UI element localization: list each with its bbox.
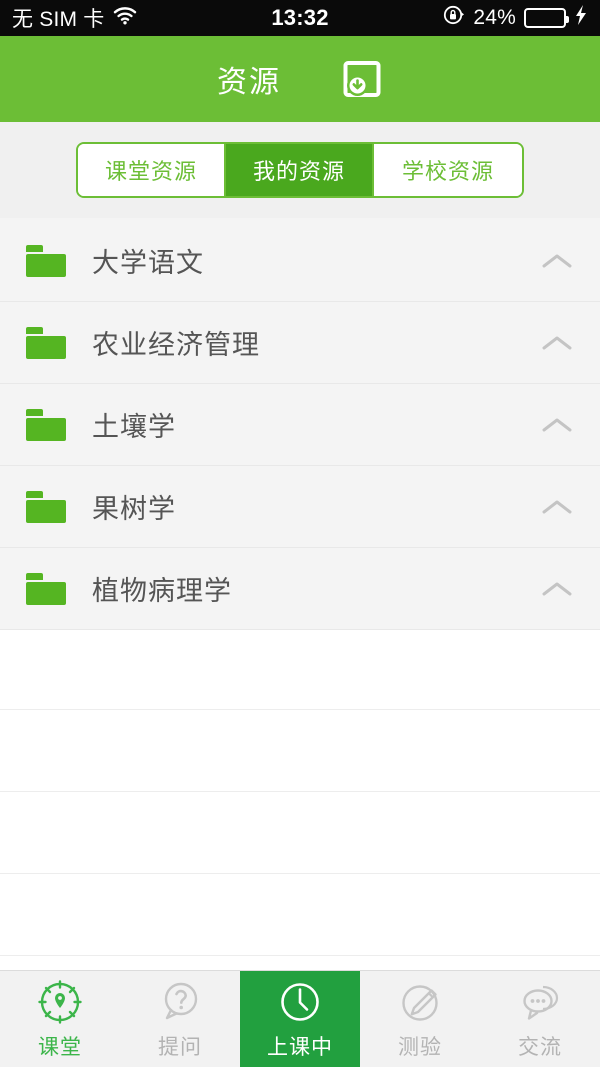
- question-bubble-icon: [155, 977, 205, 1027]
- pencil-circle-icon: [395, 977, 445, 1027]
- charging-bolt-icon: [574, 4, 588, 32]
- list-item[interactable]: 果树学: [0, 466, 600, 548]
- folder-name: 大学语文: [92, 248, 204, 278]
- tab-label: 上课中: [267, 1036, 333, 1059]
- tab-classroom-resources[interactable]: 课堂资源: [78, 144, 226, 196]
- empty-row: [0, 630, 600, 710]
- rotation-lock-icon: [443, 4, 465, 32]
- tab-label: 测验: [398, 1036, 442, 1059]
- folder-icon: [26, 326, 66, 359]
- download-icon[interactable]: [341, 58, 383, 100]
- chat-bubbles-icon: [515, 977, 565, 1027]
- tab-label: 课堂: [38, 1036, 82, 1059]
- page-title: 资源: [217, 66, 281, 99]
- carrier-label: 无 SIM 卡: [12, 8, 105, 31]
- tab-school-resources[interactable]: 学校资源: [374, 144, 522, 196]
- folder-icon: [26, 572, 66, 605]
- list-item[interactable]: 土壤学: [0, 384, 600, 466]
- folder-list: 大学语文 农业经济管理 土壤学 果树学 植物病理学: [0, 218, 600, 630]
- battery-percent-label: 24%: [473, 6, 516, 29]
- folder-icon: [26, 490, 66, 523]
- folder-name: 果树学: [92, 494, 176, 524]
- chevron-up-icon[interactable]: [540, 415, 574, 435]
- chevron-up-icon[interactable]: [540, 251, 574, 271]
- empty-row: [0, 710, 600, 792]
- segmented-control: 课堂资源 我的资源 学校资源: [76, 142, 524, 198]
- clock-icon: [275, 977, 325, 1027]
- bottom-tab-bar: 课堂 提问 上课中 测验 交流: [0, 970, 600, 1067]
- folder-icon: [26, 244, 66, 277]
- wifi-icon: [113, 6, 137, 31]
- app-header: 资源: [0, 36, 600, 122]
- list-item[interactable]: 大学语文: [0, 220, 600, 302]
- chevron-up-icon[interactable]: [540, 579, 574, 599]
- compass-icon: [35, 977, 85, 1027]
- tab-my-resources[interactable]: 我的资源: [226, 144, 374, 196]
- app-screen: 无 SIM 卡 13:32 24% 资源 课堂资源 我的资源 学校资源 大学语文…: [0, 0, 600, 1067]
- folder-name: 土壤学: [92, 412, 176, 442]
- status-bar-right: 24%: [329, 4, 588, 32]
- tab-question[interactable]: 提问: [120, 971, 240, 1067]
- folder-name: 植物病理学: [92, 576, 232, 606]
- empty-row: [0, 792, 600, 874]
- status-bar: 无 SIM 卡 13:32 24%: [0, 0, 600, 36]
- status-bar-left: 无 SIM 卡: [12, 3, 271, 33]
- tab-label: 交流: [518, 1036, 562, 1059]
- folder-name: 农业经济管理: [92, 330, 260, 360]
- empty-row: [0, 874, 600, 956]
- tab-chat[interactable]: 交流: [480, 971, 600, 1067]
- chevron-up-icon[interactable]: [540, 497, 574, 517]
- clock-time: 13:32: [271, 5, 329, 30]
- chevron-up-icon[interactable]: [540, 333, 574, 353]
- tab-label: 提问: [158, 1036, 202, 1059]
- segmented-control-bar: 课堂资源 我的资源 学校资源: [0, 122, 600, 218]
- battery-icon: [524, 8, 569, 28]
- folder-icon: [26, 408, 66, 441]
- tab-quiz[interactable]: 测验: [360, 971, 480, 1067]
- list-item[interactable]: 农业经济管理: [0, 302, 600, 384]
- tab-classroom[interactable]: 课堂: [0, 971, 120, 1067]
- list-item[interactable]: 植物病理学: [0, 548, 600, 630]
- tab-in-class[interactable]: 上课中: [240, 971, 360, 1067]
